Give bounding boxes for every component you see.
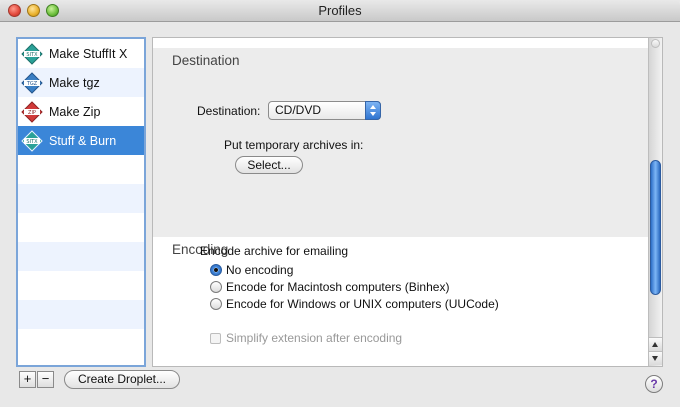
checkbox-disabled[interactable] [210,332,221,344]
empty-row [18,329,144,358]
profile-label: Make tgz [49,75,100,90]
empty-row [18,155,144,184]
help-button[interactable]: ? [645,375,663,393]
svg-text:SITX: SITX [26,52,38,58]
scroll-up-arrow-icon[interactable] [649,337,662,351]
select-folder-button[interactable]: Select... [235,156,303,174]
radio-button-selected[interactable] [210,264,222,276]
profile-label: Make StuffIt X [49,46,128,61]
scroll-down-arrow-icon[interactable] [649,351,662,365]
radio-button[interactable] [210,281,222,293]
profiles-list[interactable]: SITX Make StuffIt X TGZ Make tgz ZIP Mak… [16,37,146,367]
svg-text:SITX: SITX [26,139,38,145]
profile-item-make-stuffit-x[interactable]: SITX Make StuffIt X [18,39,144,68]
add-profile-button[interactable]: + [19,371,36,388]
encoding-heading: Encode archive for emailing [200,244,349,258]
remove-profile-button[interactable]: − [37,371,54,388]
radio-uucode[interactable]: Encode for Windows or UNIX computers (UU… [210,297,499,311]
radio-label: Encode for Windows or UNIX computers (UU… [226,297,499,311]
destination-section-title: Destination [172,53,240,68]
profile-settings-panel: Destination Destination: CD/DVD Put temp… [152,37,663,367]
window-title: Profiles [318,3,362,18]
svg-text:ZIP: ZIP [28,110,36,116]
zip-icon: ZIP [21,100,43,123]
stuffit-x-icon: SITX [21,42,43,65]
radio-no-encoding[interactable]: No encoding [210,263,293,277]
radio-label: Encode for Macintosh computers (Binhex) [226,280,450,294]
title-bar: Profiles [0,0,680,22]
empty-row [18,242,144,271]
svg-text:TGZ: TGZ [26,81,38,87]
empty-row [18,184,144,213]
radio-label: No encoding [226,263,294,277]
profile-item-stuff-and-burn[interactable]: SITX Stuff & Burn [18,126,144,155]
empty-row [18,300,144,329]
profile-item-make-zip[interactable]: ZIP Make Zip [18,97,144,126]
destination-section: Destination Destination: CD/DVD Put temp… [153,48,649,237]
empty-row [18,271,144,300]
scrollbar-top-cap [651,39,660,48]
empty-row [18,213,144,242]
destination-label: Destination: [197,104,261,118]
simplify-extension-checkbox[interactable]: Simplify extension after encoding [210,331,402,345]
popup-arrows-icon [365,101,381,120]
profile-label: Make Zip [49,104,101,119]
radio-button[interactable] [210,298,222,310]
destination-popup[interactable]: CD/DVD [268,101,381,120]
destination-value: CD/DVD [275,103,322,117]
checkbox-label: Simplify extension after encoding [226,331,403,345]
profile-item-make-tgz[interactable]: TGZ Make tgz [18,68,144,97]
scrollbar-thumb[interactable] [650,160,661,295]
create-droplet-button[interactable]: Create Droplet... [64,370,180,389]
vertical-scrollbar[interactable] [648,38,662,366]
radio-binhex[interactable]: Encode for Macintosh computers (Binhex) [210,280,449,294]
tgz-icon: TGZ [21,71,43,94]
temp-archives-label: Put temporary archives in: [224,138,364,152]
stuffit-burn-icon: SITX [21,129,43,152]
profile-label: Stuff & Burn [49,133,117,148]
